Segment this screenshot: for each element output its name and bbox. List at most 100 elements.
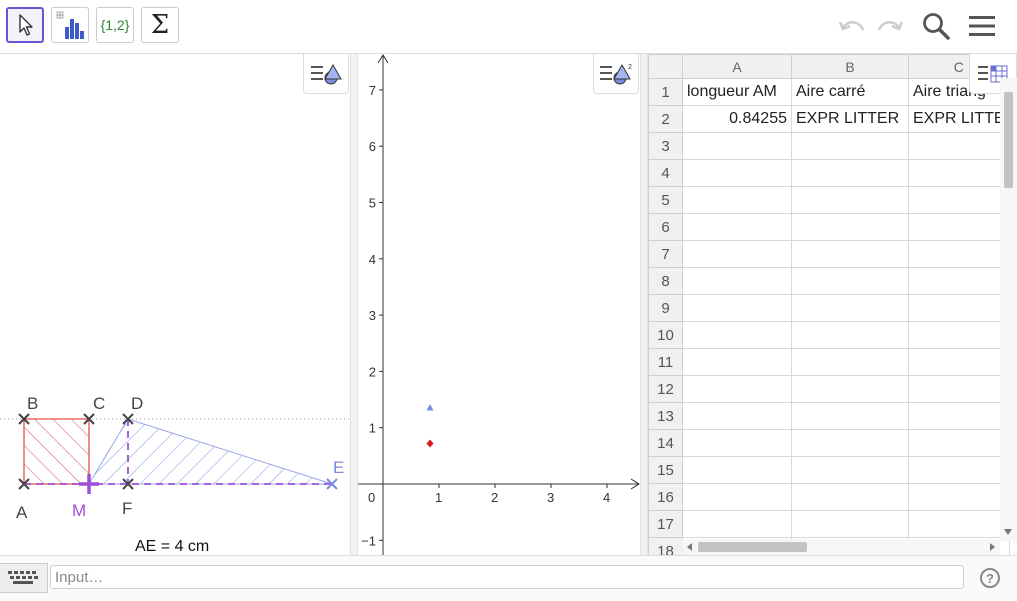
cell-b12[interactable] xyxy=(791,375,909,403)
cell-c16[interactable] xyxy=(908,483,1010,511)
search-button[interactable] xyxy=(918,10,954,42)
cell-a16[interactable] xyxy=(682,483,792,511)
cell-b16[interactable] xyxy=(791,483,909,511)
cell-b8[interactable] xyxy=(791,267,909,295)
cell-b13[interactable] xyxy=(791,402,909,430)
cell-c13[interactable] xyxy=(908,402,1010,430)
cell-b1[interactable]: Aire carré xyxy=(791,78,909,106)
virtual-keyboard-button[interactable] xyxy=(0,563,48,593)
row-header[interactable]: 7 xyxy=(648,240,683,268)
cell-a17[interactable] xyxy=(682,510,792,538)
one-variable-analysis-button[interactable] xyxy=(51,7,89,43)
cell-c9[interactable] xyxy=(908,294,1010,322)
horizontal-scrollbar[interactable] xyxy=(682,539,1000,555)
undo-button[interactable] xyxy=(834,10,870,42)
cell-a15[interactable] xyxy=(682,456,792,484)
cell-a3[interactable] xyxy=(682,132,792,160)
scroll-right-arrow-icon[interactable] xyxy=(990,543,995,551)
cell-a4[interactable] xyxy=(682,159,792,187)
row-header[interactable]: 16 xyxy=(648,483,683,511)
cell-b14[interactable] xyxy=(791,429,909,457)
cell-a2[interactable]: 0.84255 xyxy=(682,105,792,133)
cell-a11[interactable] xyxy=(682,348,792,376)
spreadsheet-grid[interactable]: A B C 1 longueur AM Aire carré Aire triang 2… xyxy=(648,54,1010,555)
cell-c8[interactable] xyxy=(908,267,1010,295)
scroll-left-arrow-icon[interactable] xyxy=(687,543,692,551)
row-header[interactable]: 10 xyxy=(648,321,683,349)
cell-c4[interactable] xyxy=(908,159,1010,187)
cell-a9[interactable] xyxy=(682,294,792,322)
cell-a5[interactable] xyxy=(682,186,792,214)
main-menu-button[interactable] xyxy=(964,10,1000,42)
cell-c11[interactable] xyxy=(908,348,1010,376)
cell-c14[interactable] xyxy=(908,429,1010,457)
row-header[interactable]: 2 xyxy=(648,105,683,133)
cell-c10[interactable] xyxy=(908,321,1010,349)
cell-b17[interactable] xyxy=(791,510,909,538)
scroll-down-arrow-icon[interactable] xyxy=(1004,529,1012,535)
cell-b6[interactable] xyxy=(791,213,909,241)
horizontal-scroll-thumb[interactable] xyxy=(698,542,807,552)
graphics-view-1[interactable]: B C D E A M F AE = 4 cm xyxy=(0,54,350,555)
cell-c15[interactable] xyxy=(908,456,1010,484)
row-header[interactable]: 15 xyxy=(648,456,683,484)
cell-a14[interactable] xyxy=(682,429,792,457)
help-button[interactable]: ? xyxy=(980,568,1000,588)
row-header[interactable]: 12 xyxy=(648,375,683,403)
row-header[interactable]: 17 xyxy=(648,510,683,538)
row-header[interactable]: 4 xyxy=(648,159,683,187)
corner-cell[interactable] xyxy=(648,54,683,79)
cell-b4[interactable] xyxy=(791,159,909,187)
cell-c3[interactable] xyxy=(908,132,1010,160)
cell-a1[interactable]: longueur AM xyxy=(682,78,792,106)
row-header[interactable]: 6 xyxy=(648,213,683,241)
cell-b2[interactable]: EXPR LITTER xyxy=(791,105,909,133)
cell-b5[interactable] xyxy=(791,186,909,214)
panel-divider-2[interactable] xyxy=(640,54,648,555)
row-header[interactable]: 8 xyxy=(648,267,683,295)
spreadsheet-view[interactable]: A B C 1 longueur AM Aire carré Aire triang 2… xyxy=(648,54,1017,555)
move-tool-button[interactable] xyxy=(6,7,44,43)
column-header[interactable]: B xyxy=(791,54,909,79)
cell-a6[interactable] xyxy=(682,213,792,241)
cell-c12[interactable] xyxy=(908,375,1010,403)
cell-c7[interactable] xyxy=(908,240,1010,268)
square-abcm[interactable] xyxy=(23,418,90,485)
cell-a12[interactable] xyxy=(682,375,792,403)
triangle-point[interactable] xyxy=(426,403,434,411)
triangle-mde[interactable] xyxy=(88,418,333,485)
row-header[interactable]: 18 xyxy=(648,537,683,555)
cell-c6[interactable] xyxy=(908,213,1010,241)
graphics-style-bar-toggle[interactable] xyxy=(303,54,349,94)
graphics-2-canvas[interactable]: 0 1 2 3 4 7 6 5 4 3 2 1 −1 xyxy=(358,54,640,555)
cell-b10[interactable] xyxy=(791,321,909,349)
panel-divider-1[interactable] xyxy=(350,54,358,555)
vertical-scrollbar[interactable] xyxy=(1000,78,1017,541)
row-header[interactable]: 14 xyxy=(648,429,683,457)
row-header[interactable]: 5 xyxy=(648,186,683,214)
column-header[interactable]: A xyxy=(682,54,792,79)
graphics-2-style-bar-toggle[interactable]: 2 xyxy=(593,54,639,94)
cell-c2[interactable]: EXPR LITTE xyxy=(908,105,1010,133)
cell-a10[interactable] xyxy=(682,321,792,349)
cell-a13[interactable] xyxy=(682,402,792,430)
cell-b3[interactable] xyxy=(791,132,909,160)
row-header[interactable]: 11 xyxy=(648,348,683,376)
row-header[interactable]: 13 xyxy=(648,402,683,430)
cell-c17[interactable] xyxy=(908,510,1010,538)
diamond-point[interactable] xyxy=(426,439,434,448)
create-list-button[interactable]: {1,2} xyxy=(96,7,134,43)
row-header[interactable]: 9 xyxy=(648,294,683,322)
redo-button[interactable] xyxy=(872,10,908,42)
cell-a8[interactable] xyxy=(682,267,792,295)
cell-b9[interactable] xyxy=(791,294,909,322)
cell-b7[interactable] xyxy=(791,240,909,268)
geometry-canvas[interactable]: B C D E A M F AE = 4 cm xyxy=(0,54,350,555)
graphics-view-2[interactable]: 0 1 2 3 4 7 6 5 4 3 2 1 −1 2 xyxy=(358,54,640,555)
cell-b15[interactable] xyxy=(791,456,909,484)
cell-a7[interactable] xyxy=(682,240,792,268)
cell-c5[interactable] xyxy=(908,186,1010,214)
sum-button[interactable]: Σ xyxy=(141,7,179,43)
row-header[interactable]: 1 xyxy=(648,78,683,106)
row-header[interactable]: 3 xyxy=(648,132,683,160)
